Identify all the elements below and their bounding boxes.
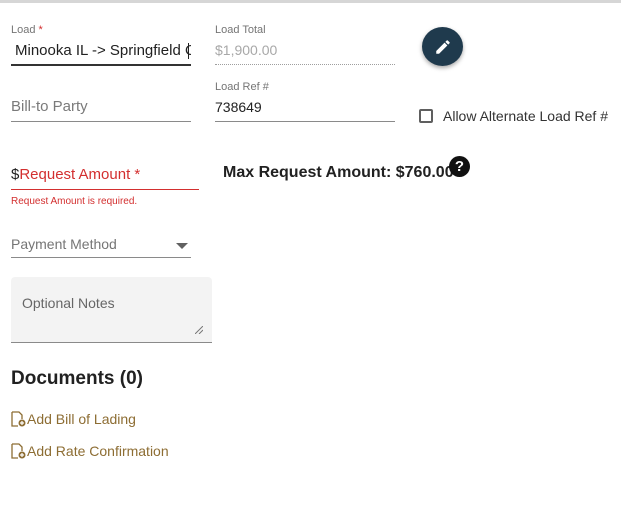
allow-alternate-label[interactable]: Allow Alternate Load Ref # — [443, 108, 608, 124]
file-add-icon — [11, 411, 26, 427]
top-divider — [0, 0, 621, 3]
load-total-underline — [215, 64, 395, 65]
resize-handle-icon[interactable] — [195, 326, 203, 334]
request-amount-label: Request Amount * — [19, 166, 141, 183]
request-amount-input[interactable]: $Request Amount * — [11, 166, 140, 183]
load-total-value: $1,900.00 — [215, 42, 278, 58]
add-rate-confirmation-label: Add Rate Confirmation — [27, 443, 169, 459]
documents-heading: Documents (0) — [11, 368, 143, 389]
edit-button[interactable] — [422, 27, 463, 66]
add-bill-of-lading-label: Add Bill of Lading — [27, 411, 136, 427]
load-ref-underline — [215, 121, 395, 122]
load-underline — [11, 64, 191, 66]
load-ref-input[interactable]: 738649 — [215, 99, 262, 115]
pencil-icon — [435, 39, 450, 54]
load-total-label: Load Total — [215, 24, 266, 36]
bill-to-input[interactable]: Bill-to Party — [11, 98, 88, 115]
request-amount-error: Request Amount is required. — [11, 196, 138, 207]
request-amount-underline — [11, 189, 199, 190]
load-label: Load * — [11, 24, 43, 36]
bill-to-underline — [11, 121, 191, 122]
help-icon[interactable]: ? — [449, 156, 470, 177]
add-rate-confirmation-link[interactable]: Add Rate Confirmation — [10, 443, 169, 459]
load-field[interactable]: Load * Minooka IL -> Springfield OH — [11, 24, 191, 59]
optional-notes-textarea[interactable]: Optional Notes — [11, 277, 212, 343]
add-bill-of-lading-link[interactable]: Add Bill of Lading — [10, 411, 136, 427]
payment-method-underline — [11, 257, 191, 258]
allow-alternate-checkbox[interactable] — [419, 109, 433, 123]
load-input[interactable]: Minooka IL -> Springfield OH — [11, 40, 191, 62]
file-add-icon — [11, 443, 26, 459]
max-request-amount: Max Request Amount: $760.00 — [223, 164, 454, 181]
payment-method-select[interactable]: Payment Method — [11, 236, 117, 252]
optional-notes-label: Optional Notes — [22, 295, 115, 311]
dropdown-arrow-icon[interactable] — [176, 243, 188, 249]
load-ref-field[interactable]: Load Ref # 738649 — [215, 81, 395, 115]
load-ref-label: Load Ref # — [215, 81, 269, 93]
load-total-field: Load Total $1,900.00 — [215, 24, 395, 58]
text-cursor — [188, 43, 189, 59]
